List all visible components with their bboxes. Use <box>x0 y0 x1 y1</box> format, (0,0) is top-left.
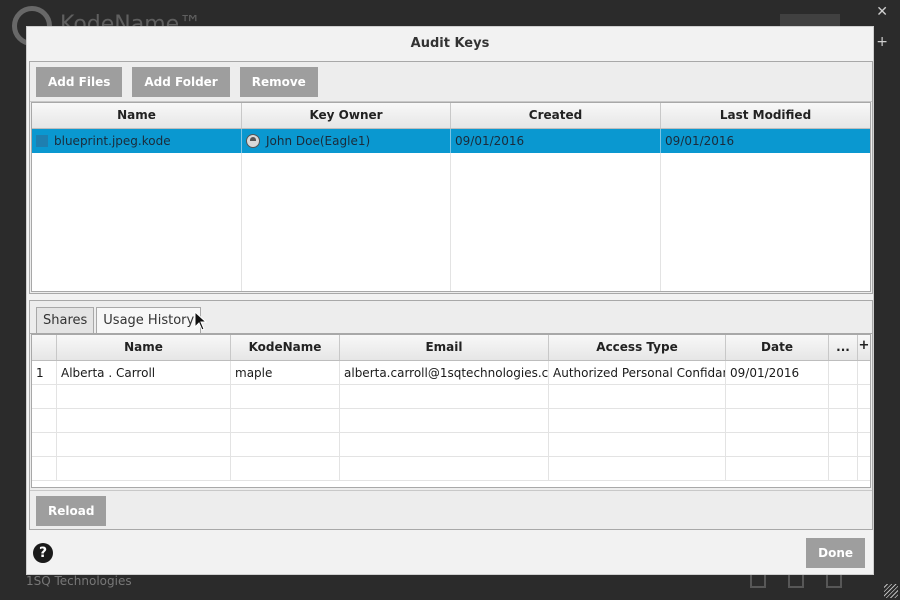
column-header-name[interactable]: Name <box>57 335 231 360</box>
empty-row <box>32 409 870 433</box>
column-header-kodename[interactable]: KodeName <box>231 335 340 360</box>
resize-grip[interactable] <box>884 584 898 598</box>
column-header-index <box>32 335 57 360</box>
column-header-last-modified[interactable]: Last Modified <box>661 103 870 128</box>
app-footer-text: 1SQ Technologies <box>26 574 132 588</box>
user-kodename: maple <box>231 361 340 384</box>
column-header-created[interactable]: Created <box>451 103 661 128</box>
column-header-name[interactable]: Name <box>32 103 242 128</box>
files-table-header: Name Key Owner Created Last Modified <box>32 103 870 129</box>
mouse-cursor-icon <box>194 311 208 331</box>
user-name: Alberta . Carroll <box>57 361 231 384</box>
files-toolbar: Add Files Add Folder Remove <box>30 62 872 102</box>
reload-bar: Reload <box>30 490 872 530</box>
tab-usage-history[interactable]: Usage History <box>96 307 202 333</box>
empty-row <box>32 433 870 457</box>
column-grid <box>32 129 870 291</box>
key-owner: John Doe(Eagle1) <box>266 134 371 148</box>
column-header-access-type[interactable]: Access Type <box>549 335 726 360</box>
done-button[interactable]: Done <box>806 538 865 568</box>
access-type: Authorized Personal Confidant <box>549 361 726 384</box>
files-table: Name Key Owner Created Last Modified blu… <box>31 102 871 292</box>
files-panel: Add Files Add Folder Remove Name Key Own… <box>29 61 873 294</box>
column-header-more[interactable]: ... <box>829 335 858 360</box>
plus-icon[interactable]: + <box>876 34 888 50</box>
add-files-button[interactable]: Add Files <box>36 67 123 97</box>
add-folder-button[interactable]: Add Folder <box>132 67 230 97</box>
access-date: 09/01/2016 <box>726 361 829 384</box>
table-row[interactable]: 1 Alberta . Carroll maple alberta.carrol… <box>32 361 870 385</box>
usage-history-table: Name KodeName Email Access Type Date ...… <box>31 334 871 488</box>
table-row[interactable]: blueprint.jpeg.kode John Doe(Eagle1) 09/… <box>32 129 870 153</box>
audit-keys-dialog: Audit Keys Add Files Add Folder Remove N… <box>26 26 874 575</box>
tab-shares[interactable]: Shares <box>36 307 95 333</box>
row-index: 1 <box>32 361 57 384</box>
empty-row <box>32 385 870 409</box>
column-header-date[interactable]: Date <box>726 335 829 360</box>
user-avatar-icon <box>246 134 260 148</box>
help-icon[interactable]: ? <box>33 543 53 563</box>
modified-date: 09/01/2016 <box>665 134 735 148</box>
dialog-title: Audit Keys <box>410 36 490 51</box>
column-header-key-owner[interactable]: Key Owner <box>242 103 451 128</box>
details-tabs: Shares Usage History <box>30 301 872 334</box>
created-date: 09/01/2016 <box>451 129 661 153</box>
details-panel: Shares Usage History Name KodeName Email… <box>29 300 873 530</box>
file-icon <box>36 135 48 147</box>
remove-button[interactable]: Remove <box>239 67 318 97</box>
close-icon[interactable]: ✕ <box>876 4 888 20</box>
column-header-email[interactable]: Email <box>340 335 549 360</box>
file-name: blueprint.jpeg.kode <box>54 134 171 148</box>
reload-button[interactable]: Reload <box>36 496 107 526</box>
add-column-icon[interactable]: + <box>858 335 870 360</box>
empty-row <box>32 457 870 481</box>
user-email: alberta.carroll@1sqtechnologies.com <box>340 361 549 384</box>
history-table-header: Name KodeName Email Access Type Date ...… <box>32 335 870 361</box>
